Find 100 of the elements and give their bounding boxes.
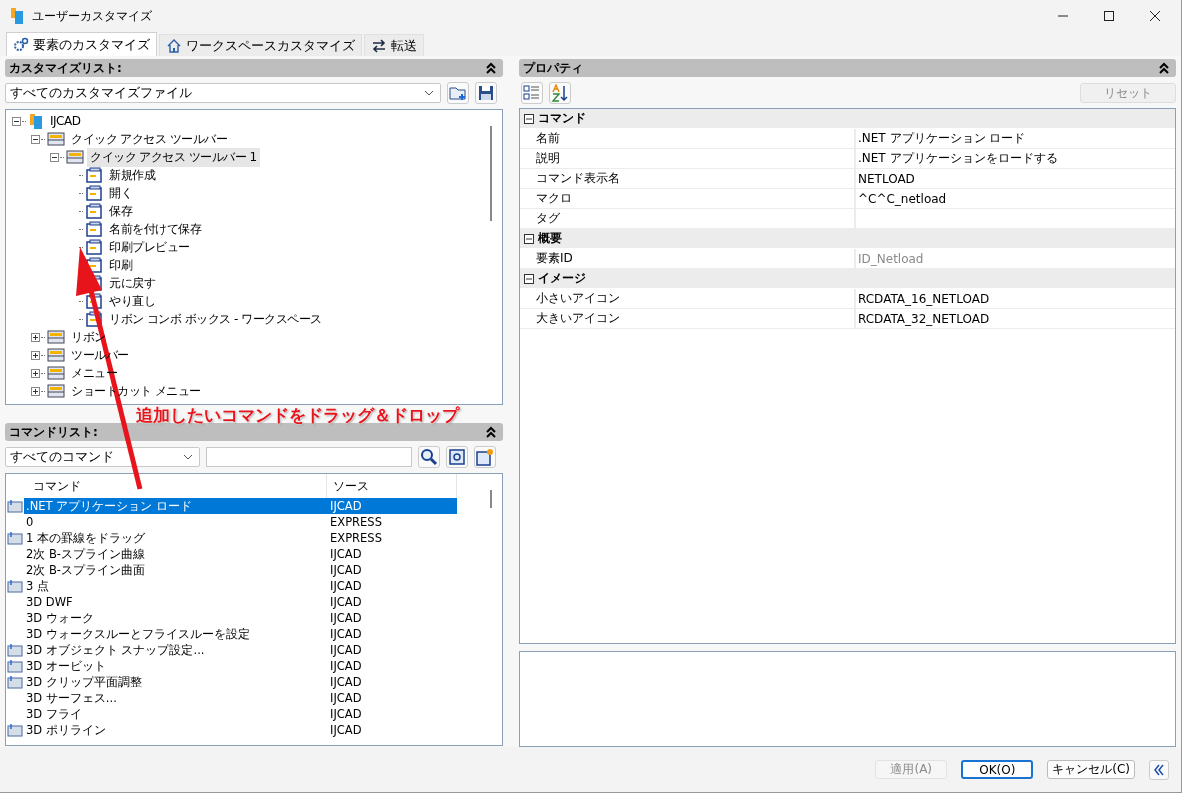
annotation-text: 追加したいコマンドをドラッグ＆ドロップ bbox=[136, 404, 459, 427]
command-source: IJCAD bbox=[330, 499, 362, 513]
close-icon[interactable] bbox=[1149, 10, 1161, 22]
property-value[interactable]: .NET アプリケーション ロード bbox=[856, 130, 1026, 147]
property-name: 小さいアイコン bbox=[520, 289, 856, 308]
new-command-icon[interactable] bbox=[474, 446, 496, 468]
scrollbar-thumb[interactable] bbox=[490, 126, 492, 221]
folder-add-icon[interactable] bbox=[447, 82, 469, 104]
property-value[interactable]: .NET アプリケーションをロードする bbox=[856, 150, 1058, 167]
command-row[interactable]: .NET アプリケーション ロード IJCAD bbox=[24, 498, 457, 514]
tree-item[interactable]: 新規作成 bbox=[106, 165, 158, 185]
expand-toggle-icon[interactable] bbox=[31, 386, 40, 396]
expand-toggle-icon[interactable] bbox=[31, 368, 40, 378]
transfer-arrows-icon bbox=[371, 37, 387, 54]
preview-icon[interactable] bbox=[446, 446, 468, 468]
caret-icon bbox=[183, 454, 193, 460]
tree-item[interactable]: メニュー bbox=[68, 363, 120, 383]
command-name: 3D ウォーク bbox=[25, 610, 95, 626]
command-row[interactable]: 3D サーフェス... IJCAD bbox=[24, 690, 457, 706]
categorized-icon[interactable] bbox=[521, 82, 543, 104]
property-value[interactable]: ^C^C_netload bbox=[856, 191, 947, 206]
tree-item[interactable]: クイック アクセス ツールバー bbox=[68, 129, 231, 149]
scrollbar-thumb[interactable] bbox=[490, 490, 492, 508]
panel-title: カスタマイズリスト: bbox=[9, 59, 122, 77]
maximize-icon[interactable] bbox=[1103, 10, 1115, 22]
tree-item[interactable]: やり直し bbox=[106, 291, 158, 311]
command-icon bbox=[85, 203, 103, 219]
command-name: 3 点 bbox=[25, 578, 50, 594]
command-source: IJCAD bbox=[330, 547, 362, 561]
command-name: 0 bbox=[25, 515, 35, 529]
property-value[interactable]: RCDATA_32_NETLOAD bbox=[856, 311, 990, 326]
property-value[interactable]: RCDATA_16_NETLOAD bbox=[856, 291, 990, 306]
command-source: EXPRESS bbox=[330, 531, 382, 545]
collapse-icon[interactable] bbox=[485, 426, 497, 438]
expand-toggle-icon[interactable] bbox=[31, 350, 40, 360]
command-row[interactable]: 2次 B-スプライン曲面 IJCAD bbox=[24, 562, 457, 578]
search-icon[interactable] bbox=[418, 446, 440, 468]
command-source: IJCAD bbox=[330, 595, 362, 609]
file-dropdown[interactable]: すべてのカスタマイズファイル bbox=[5, 83, 441, 103]
property-value[interactable]: NETLOAD bbox=[856, 171, 915, 186]
command-row[interactable]: 2次 B-スプライン曲線 IJCAD bbox=[24, 546, 457, 562]
expand-toggle-icon[interactable] bbox=[12, 116, 21, 126]
tree-item[interactable]: クイック アクセス ツールバー 1 bbox=[87, 147, 260, 167]
command-name: 1 本の罫線をドラッグ bbox=[25, 530, 146, 546]
category-label: イメージ bbox=[538, 270, 586, 287]
home-icon bbox=[166, 37, 182, 54]
dialog-button[interactable]: キャンセル(C) bbox=[1047, 760, 1135, 779]
command-source: IJCAD bbox=[330, 563, 362, 577]
command-row[interactable]: 3D クリップ平面調整 IJCAD bbox=[24, 674, 457, 690]
book-icon bbox=[28, 113, 44, 129]
collapse-icon[interactable] bbox=[485, 62, 497, 74]
property-name: 名前 bbox=[520, 129, 856, 148]
tree-item[interactable]: 保存 bbox=[106, 201, 135, 221]
toolbar-icon bbox=[47, 383, 65, 399]
expand-toggle-icon[interactable] bbox=[31, 134, 40, 144]
command-source: IJCAD bbox=[330, 627, 362, 641]
command-row[interactable]: 3D フライ IJCAD bbox=[24, 706, 457, 722]
command-filter-dropdown[interactable]: すべてのコマンド bbox=[5, 447, 200, 467]
dialog-button[interactable]: OK(O) bbox=[961, 760, 1034, 779]
tab[interactable]: ワークスペースカスタマイズ bbox=[159, 34, 362, 56]
search-field[interactable] bbox=[206, 447, 412, 467]
save-icon[interactable] bbox=[475, 82, 497, 104]
tab[interactable]: 転送 bbox=[364, 34, 424, 56]
command-row[interactable]: 3D DWF IJCAD bbox=[24, 594, 457, 610]
collapse-left-icon[interactable] bbox=[1149, 759, 1169, 780]
property-value[interactable]: ID_Netload bbox=[856, 251, 924, 266]
expand-toggle-icon[interactable] bbox=[50, 152, 59, 162]
property-name: 大きいアイコン bbox=[520, 309, 856, 328]
command-source: IJCAD bbox=[330, 579, 362, 593]
command-row[interactable]: 3D オービット IJCAD bbox=[24, 658, 457, 674]
caret-icon bbox=[424, 90, 434, 96]
command-row[interactable]: 0 EXPRESS bbox=[24, 514, 457, 530]
command-row[interactable]: 1 本の罫線をドラッグ EXPRESS bbox=[24, 530, 457, 546]
command-name: 2次 B-スプライン曲線 bbox=[25, 546, 146, 562]
command-source: IJCAD bbox=[330, 723, 362, 737]
expand-toggle-icon[interactable] bbox=[31, 332, 40, 342]
sort-az-icon[interactable] bbox=[549, 82, 571, 104]
tree-item[interactable]: リボン コンボ ボックス - ワークスペース bbox=[106, 309, 325, 329]
tree-item[interactable]: ショートカット メニュー bbox=[68, 381, 204, 401]
panel-title: コマンドリスト: bbox=[9, 423, 98, 441]
collapse-toggle-icon[interactable] bbox=[524, 113, 534, 124]
tree-item[interactable]: 名前を付けて保存 bbox=[106, 219, 204, 239]
tree-item[interactable]: 印刷 bbox=[106, 255, 135, 275]
tree-item[interactable]: IJCAD bbox=[47, 113, 84, 129]
tree-item[interactable]: 元に戻す bbox=[106, 273, 158, 293]
command-row[interactable]: 3D ポリライン IJCAD bbox=[24, 722, 457, 738]
command-row[interactable]: 3D オブジェクト スナップ設定... IJCAD bbox=[24, 642, 457, 658]
collapse-toggle-icon[interactable] bbox=[524, 233, 534, 244]
command-row[interactable]: 3D ウォーク IJCAD bbox=[24, 610, 457, 626]
tree-item[interactable]: 開く bbox=[106, 183, 135, 203]
collapse-icon[interactable] bbox=[1158, 62, 1170, 74]
tab[interactable]: 要素のカスタマイズ bbox=[6, 32, 157, 56]
command-name: 3D ポリライン bbox=[25, 722, 107, 738]
command-name: 3D オブジェクト スナップ設定... bbox=[25, 642, 206, 658]
command-row[interactable]: 3D ウォークスルーとフライスルーを設定 IJCAD bbox=[24, 626, 457, 642]
command-name: 3D DWF bbox=[25, 595, 74, 609]
tree-item[interactable]: 印刷プレビュー bbox=[106, 237, 193, 257]
collapse-toggle-icon[interactable] bbox=[524, 273, 534, 284]
category-label: コマンド bbox=[538, 110, 586, 127]
command-row[interactable]: 3 点 IJCAD bbox=[24, 578, 457, 594]
